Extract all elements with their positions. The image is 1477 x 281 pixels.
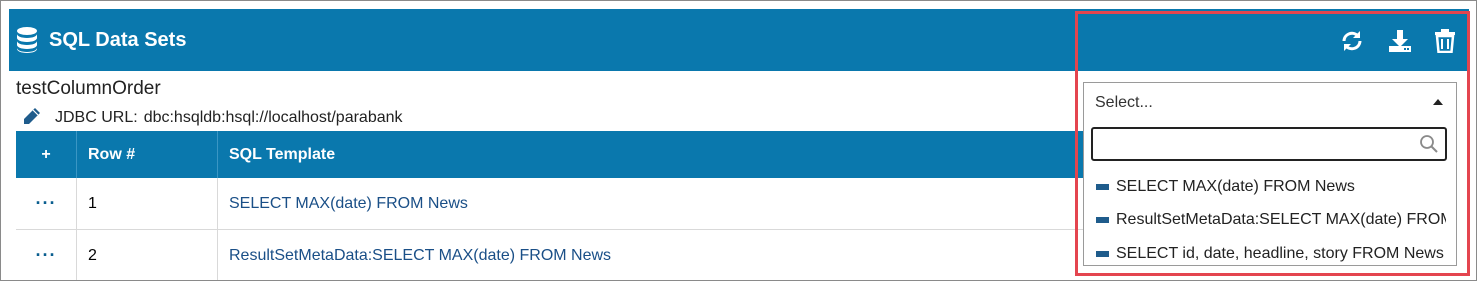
option-label: SELECT MAX(date) FROM News	[1116, 178, 1355, 195]
dropdown-search-box	[1091, 127, 1447, 161]
option-bullet-icon	[1096, 217, 1109, 223]
sql-template-dropdown: Select... SELECT MAX(date) FROM News Res…	[1083, 82, 1457, 266]
row-number: 2	[88, 246, 97, 264]
add-row-button[interactable]: +	[16, 131, 77, 178]
option-bullet-icon	[1096, 251, 1109, 257]
jdbc-url-value: dbc:hsqldb:hsql://localhost/parabank	[143, 109, 403, 126]
sql-data-sets-panel: SQL Data Sets testColumnOrder JDBC URL: …	[0, 0, 1477, 281]
sql-template-table: + Row # SQL Template ··· 1 SELECT MAX(da…	[16, 131, 1086, 280]
option-label: ResultSetMetaData:SELECT MAX(date) FROM …	[1116, 211, 1446, 228]
edit-pencil-icon[interactable]	[23, 107, 41, 125]
table-row: ··· 1 SELECT MAX(date) FROM News	[16, 178, 1086, 230]
row-menu-button[interactable]: ···	[36, 193, 57, 214]
sql-template-link[interactable]: SELECT MAX(date) FROM News	[229, 195, 468, 213]
dropdown-option[interactable]: SELECT MAX(date) FROM News	[1096, 176, 1446, 198]
jdbc-url: JDBC URL: dbc:hsqldb:hsql://localhost/par…	[55, 109, 403, 127]
dataset-name: testColumnOrder	[16, 78, 161, 99]
search-icon	[1420, 135, 1438, 153]
database-icon	[17, 27, 37, 53]
table-row: ··· 2 ResultSetMetaData:SELECT MAX(date)…	[16, 230, 1086, 280]
dropdown-search-input[interactable]	[1093, 129, 1423, 161]
row-number: 1	[88, 194, 97, 212]
dropdown-option[interactable]: ResultSetMetaData:SELECT MAX(date) FROM …	[1096, 209, 1446, 231]
column-header-sql-template: SQL Template	[229, 145, 336, 163]
caret-up-icon	[1433, 99, 1443, 105]
jdbc-url-label: JDBC URL:	[55, 109, 138, 126]
column-header-row: Row #	[77, 131, 218, 178]
table-header: + Row # SQL Template	[16, 131, 1086, 178]
dropdown-option[interactable]: SELECT id, date, headline, story FROM Ne…	[1096, 243, 1446, 265]
sql-template-link[interactable]: ResultSetMetaData:SELECT MAX(date) FROM …	[229, 247, 611, 265]
row-menu-button[interactable]: ···	[36, 245, 57, 266]
dropdown-select[interactable]: Select...	[1084, 83, 1456, 121]
panel-title: SQL Data Sets	[49, 29, 187, 51]
option-label: SELECT id, date, headline, story FROM Ne…	[1116, 245, 1444, 262]
dropdown-selected-value: Select...	[1095, 94, 1153, 111]
option-bullet-icon	[1096, 184, 1109, 190]
